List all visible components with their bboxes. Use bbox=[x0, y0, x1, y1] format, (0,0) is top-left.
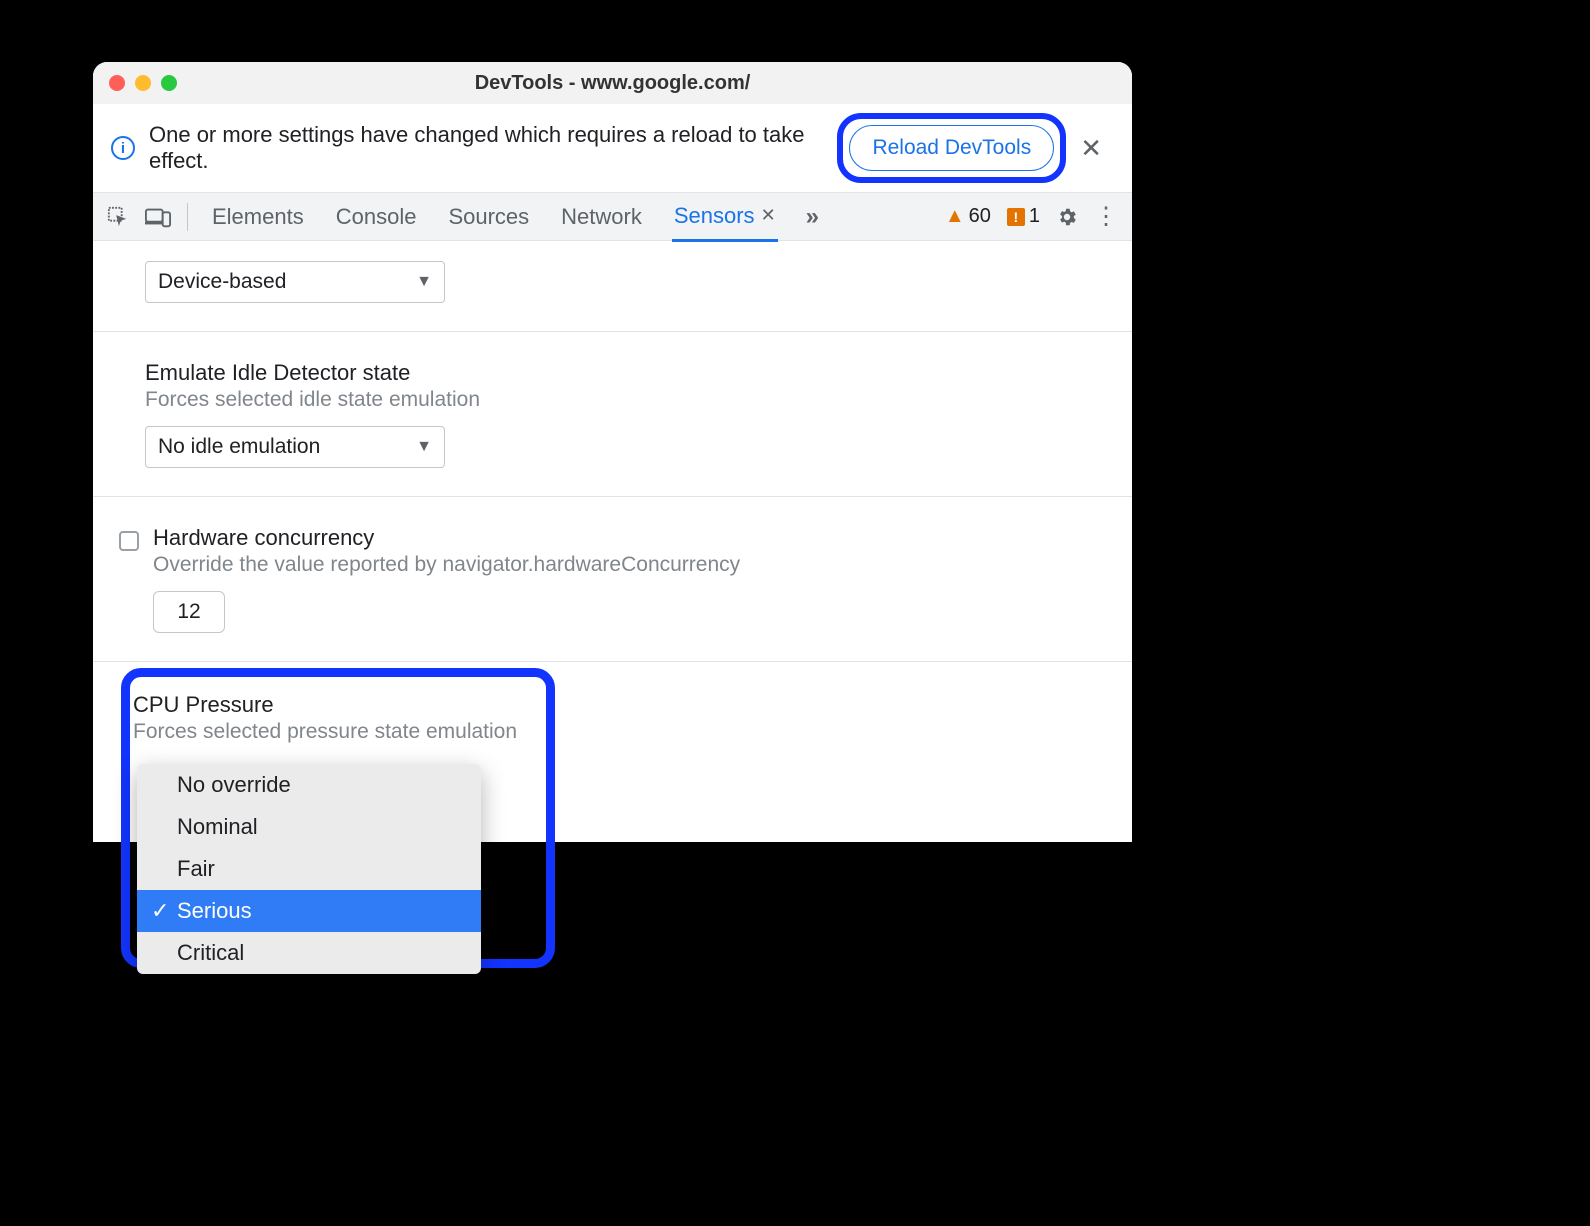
more-tabs-icon[interactable]: » bbox=[806, 203, 819, 231]
hardware-concurrency-input[interactable]: 12 bbox=[153, 591, 225, 633]
more-menu-icon[interactable]: ⋮ bbox=[1094, 202, 1118, 231]
issues-count: 1 bbox=[1029, 205, 1040, 228]
device-select[interactable]: Device-based ▼ bbox=[145, 261, 445, 303]
hw-value: 12 bbox=[177, 600, 200, 624]
hardware-concurrency-section: Hardware concurrency Override the value … bbox=[93, 496, 1132, 661]
highlight-ring-icon bbox=[837, 113, 1066, 183]
main-toolbar: Elements Console Sources Network Sensors… bbox=[93, 193, 1132, 241]
info-icon: i bbox=[111, 136, 135, 160]
chevron-down-icon: ▼ bbox=[416, 273, 432, 291]
pressure-option-serious[interactable]: Serious bbox=[137, 890, 481, 932]
device-select-value: Device-based bbox=[158, 270, 286, 294]
tab-sensors[interactable]: Sensors ✕ bbox=[672, 193, 778, 242]
tab-sensors-label: Sensors bbox=[674, 203, 755, 229]
cpu-pressure-block: CPU Pressure Forces selected pressure st… bbox=[113, 676, 1106, 812]
pressure-title: CPU Pressure bbox=[133, 692, 1086, 718]
banner-text: One or more settings have changed which … bbox=[149, 122, 835, 174]
idle-select-value: No idle emulation bbox=[158, 435, 320, 459]
close-tab-icon[interactable]: ✕ bbox=[761, 205, 776, 226]
device-toolbar-icon[interactable] bbox=[145, 206, 171, 228]
idle-subtitle: Forces selected idle state emulation bbox=[145, 388, 1106, 412]
chevron-down-icon: ▼ bbox=[416, 438, 432, 456]
reload-banner: i One or more settings have changed whic… bbox=[93, 104, 1132, 193]
pressure-option-no-override[interactable]: No override bbox=[137, 764, 481, 806]
settings-gear-icon[interactable] bbox=[1056, 206, 1078, 228]
divider-icon bbox=[187, 203, 188, 231]
hw-title: Hardware concurrency bbox=[153, 525, 1106, 551]
pressure-dropdown[interactable]: No override Nominal Fair Serious Critica… bbox=[137, 764, 481, 974]
issue-icon: ! bbox=[1007, 208, 1025, 226]
window-title: DevTools - www.google.com/ bbox=[93, 72, 1132, 95]
pressure-subtitle: Forces selected pressure state emulation bbox=[133, 720, 1086, 744]
tab-network[interactable]: Network bbox=[559, 194, 644, 240]
dismiss-banner-button[interactable]: ✕ bbox=[1068, 133, 1114, 164]
cpu-pressure-section: CPU Pressure Forces selected pressure st… bbox=[93, 661, 1132, 838]
hw-subtitle: Override the value reported by navigator… bbox=[153, 553, 1106, 577]
idle-title: Emulate Idle Detector state bbox=[145, 360, 1106, 386]
titlebar: DevTools - www.google.com/ bbox=[93, 62, 1132, 104]
reload-button-wrap: Reload DevTools bbox=[849, 125, 1054, 171]
device-section: Device-based ▼ bbox=[93, 241, 1132, 331]
hardware-concurrency-checkbox[interactable] bbox=[119, 531, 139, 551]
warnings-count: 60 bbox=[969, 205, 991, 228]
pressure-option-critical[interactable]: Critical bbox=[137, 932, 481, 974]
idle-select[interactable]: No idle emulation ▼ bbox=[145, 426, 445, 468]
tab-strip: Elements Console Sources Network Sensors… bbox=[210, 193, 819, 241]
tab-elements[interactable]: Elements bbox=[210, 194, 306, 240]
issues-counter[interactable]: ! 1 bbox=[1007, 205, 1040, 228]
pressure-option-nominal[interactable]: Nominal bbox=[137, 806, 481, 848]
tab-sources[interactable]: Sources bbox=[446, 194, 531, 240]
devtools-window: DevTools - www.google.com/ i One or more… bbox=[93, 62, 1132, 842]
idle-section: Emulate Idle Detector state Forces selec… bbox=[93, 331, 1132, 496]
sensors-panel: Device-based ▼ Emulate Idle Detector sta… bbox=[93, 241, 1132, 842]
inspect-element-icon[interactable] bbox=[107, 206, 129, 228]
pressure-option-fair[interactable]: Fair bbox=[137, 848, 481, 890]
tab-console[interactable]: Console bbox=[334, 194, 419, 240]
warning-icon: ▲ bbox=[945, 205, 965, 228]
warnings-counter[interactable]: ▲ 60 bbox=[945, 205, 991, 228]
